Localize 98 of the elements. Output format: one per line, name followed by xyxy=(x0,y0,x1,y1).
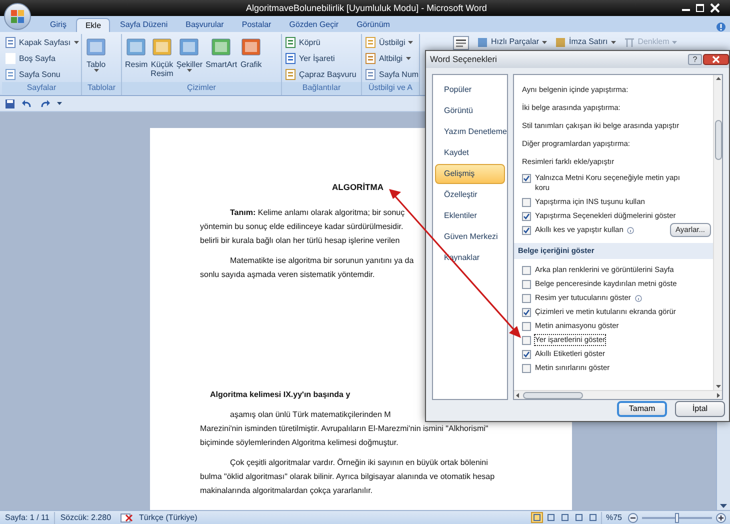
checkbox[interactable] xyxy=(522,266,531,274)
ribbon-tab[interactable]: Postalar xyxy=(234,18,280,32)
text-line: aşamış olan ünlü Türk matematikçilerinden M xyxy=(230,409,391,421)
scroll-down-icon xyxy=(716,385,720,388)
nav-item[interactable]: Eklentiler xyxy=(435,206,505,226)
checkbox[interactable] xyxy=(522,174,531,182)
ribbon-button[interactable]: İmza Satırı xyxy=(555,36,616,48)
ribbon-button[interactable]: Üstbilgi xyxy=(365,35,419,50)
group-label: Üstbilgi ve A xyxy=(362,82,419,94)
group-label: Sayfalar xyxy=(2,82,81,94)
zoom-level: %75 xyxy=(600,512,626,524)
text-line: Matematikte ise algoritma bir sorunun yanıtını ya da xyxy=(230,255,414,267)
ribbon-button[interactable]: Resim xyxy=(125,34,148,82)
outline-icon[interactable] xyxy=(572,512,585,523)
ribbon-button[interactable]: Sayfa Sonu xyxy=(5,67,79,82)
ribbon-button[interactable]: Kapak Sayfası xyxy=(5,35,79,50)
close-icon[interactable] xyxy=(708,3,722,13)
undo-icon[interactable] xyxy=(21,98,33,108)
text-line: belirli bir kurala bağlı olan her türlü hesap işlerine verilen xyxy=(200,235,400,247)
text-line: biçiminde söylemlerinden Algoritma kelimesi doğmuştur. xyxy=(200,437,398,449)
heading-text: Algoritma kelimesi IX.yy'ın başında y xyxy=(210,389,350,401)
ribbon-tab[interactable]: Görünüm xyxy=(348,18,398,32)
ribbon-button[interactable]: SmartArt xyxy=(206,34,238,82)
document-title: ALGORİTMA xyxy=(332,181,384,194)
checkbox[interactable] xyxy=(522,280,531,288)
restore-icon[interactable] xyxy=(694,3,706,13)
ribbon-tab[interactable]: Başvurular xyxy=(178,18,232,32)
ribbon-button[interactable]: Şekiller xyxy=(176,34,203,82)
group-label: Tablolar xyxy=(82,82,121,94)
proofing-icon[interactable] xyxy=(120,512,134,522)
checkbox[interactable] xyxy=(522,212,531,220)
checkbox[interactable] xyxy=(522,350,531,358)
checkbox[interactable] xyxy=(522,226,531,234)
checkbox[interactable] xyxy=(522,198,531,206)
text-line: Tanım: Kelime anlamı olarak algoritma; bir sonuç xyxy=(230,207,405,219)
web-layout-icon[interactable] xyxy=(558,512,571,523)
nav-item[interactable]: Güven Merkezi xyxy=(435,227,505,247)
scroll-up-icon xyxy=(716,77,720,80)
text-line: Marezini'nin isminden türetilmiştir. Avrupalıların El-Marezmi'nin ismini "Alkhorismi" xyxy=(200,423,488,435)
ribbon-tab[interactable]: Giriş xyxy=(42,18,74,32)
pi-icon xyxy=(624,36,635,48)
print-layout-icon[interactable] xyxy=(530,512,543,523)
text-line: bulma "öklid algoritması" olarak bilinir. Ayrıca bilgisayar alanında ve otomatik hesap xyxy=(200,471,495,483)
ribbon-button[interactable]: Tablo xyxy=(85,34,107,82)
group-label: Bağlantılar xyxy=(282,82,361,94)
language-status: Türkçe (Türkiye) xyxy=(138,512,198,524)
dialog-button[interactable]: İptal xyxy=(675,401,725,417)
checkbox[interactable] xyxy=(522,308,531,316)
ribbon-tab[interactable]: Ekle xyxy=(76,18,110,32)
zoom-out-icon[interactable] xyxy=(628,512,638,522)
save-icon[interactable] xyxy=(5,98,15,108)
ribbon-button[interactable]: Küçük Resim xyxy=(150,34,174,82)
draft-icon[interactable] xyxy=(586,512,599,523)
window-title: AlgoritmaveBolunebilirlik [Uyumluluk Modu] - Microsoft Word xyxy=(246,2,487,15)
checkbox[interactable] xyxy=(522,364,531,372)
nav-item[interactable]: Kaydet xyxy=(435,143,505,163)
scroll-right-icon xyxy=(717,392,720,398)
nav-item[interactable]: Özelleştir xyxy=(435,185,505,205)
scroll-left-icon xyxy=(516,392,519,398)
ribbon-button[interactable]: Yer İşareti xyxy=(285,51,356,66)
redo-icon[interactable] xyxy=(39,98,51,108)
scroll-down-icon xyxy=(720,504,727,508)
close-icon[interactable] xyxy=(703,54,729,65)
text-line: makinalarında algoritmalardan çokça yararlanılır. xyxy=(200,485,373,497)
page-count: Sayfa: 1 / 11 xyxy=(4,512,50,524)
word-count: Sözcük: 2.280 xyxy=(54,512,116,524)
ribbon-tab[interactable]: Gözden Geçir xyxy=(281,18,347,32)
checkbox[interactable] xyxy=(522,336,531,344)
help-button[interactable]: ? xyxy=(688,54,702,65)
zoom-slider-thumb[interactable] xyxy=(675,512,679,522)
scrollbar-thumb[interactable] xyxy=(714,120,722,160)
ribbon-button[interactable]: Grafik xyxy=(240,34,262,82)
caret-icon xyxy=(57,102,62,105)
dialog-button[interactable]: Tamam xyxy=(617,401,667,417)
ribbon-button[interactable]: Boş Sayfa xyxy=(5,51,79,66)
ribbon-button[interactable]: Köprü xyxy=(285,35,356,50)
office-logo-icon xyxy=(10,10,24,24)
text-line: sonlu sayıda aşmada veren sistematik yöntemdir. xyxy=(200,269,375,281)
ribbon-button[interactable]: Altbilgi xyxy=(365,51,419,66)
vertical-scrollbar[interactable] xyxy=(713,75,722,390)
nav-item[interactable]: Popüler xyxy=(435,80,505,100)
nav-item[interactable]: Yazım Denetleme xyxy=(435,122,505,142)
dialog-title: Word Seçenekleri xyxy=(430,53,497,66)
reading-layout-icon[interactable] xyxy=(544,512,557,523)
nav-item[interactable]: Görüntü xyxy=(435,101,505,121)
zoom-in-icon[interactable] xyxy=(716,512,726,522)
ribbon-button[interactable]: Çapraz Başvuru xyxy=(285,67,356,82)
ribbon-tab[interactable]: Sayfa Düzeni xyxy=(112,18,176,32)
horizontal-scrollbar[interactable] xyxy=(514,390,722,399)
ribbon-button[interactable]: Sayfa Num xyxy=(365,67,419,82)
group-label: Çizimler xyxy=(122,82,281,94)
checkbox[interactable] xyxy=(522,322,531,330)
text-line: yöntemin bu sonuç elde edilinceye kadar sürdürülmesidir. xyxy=(200,221,404,233)
nav-item[interactable]: Gelişmiş xyxy=(435,164,505,184)
text-line: Çok çeşitli algoritmalar vardır. Örneğin iki sayının en büyük ortak bölenini xyxy=(230,457,488,469)
checkbox[interactable] xyxy=(522,294,531,302)
scrollbar-thumb[interactable] xyxy=(523,392,583,398)
ribbon-button[interactable]: Hızlı Parçalar xyxy=(477,36,548,48)
